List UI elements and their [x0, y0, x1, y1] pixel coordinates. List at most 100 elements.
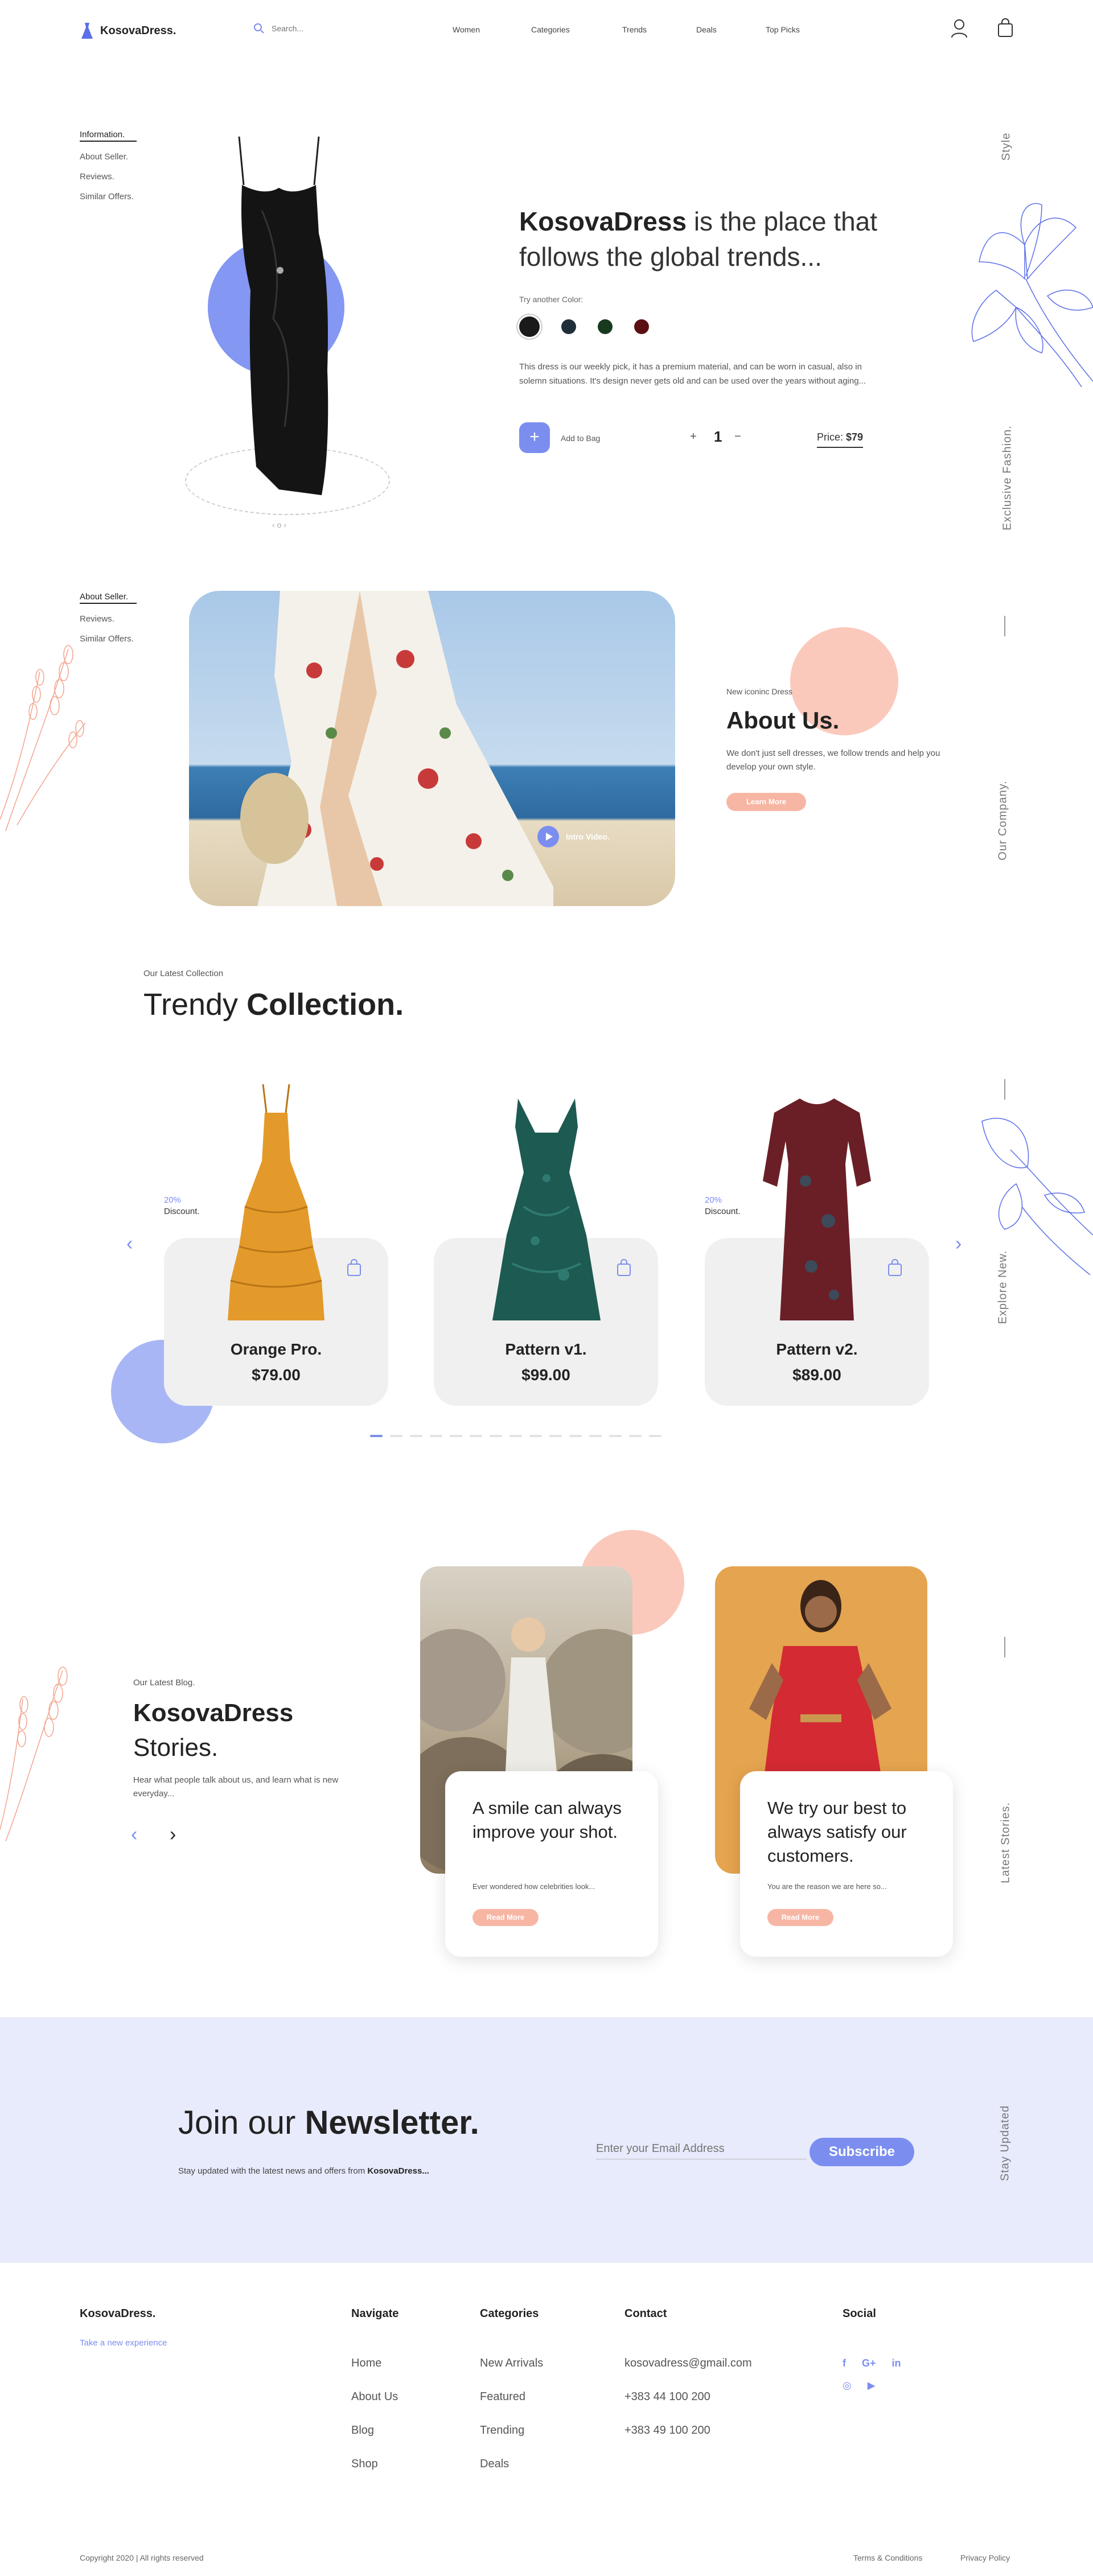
lavender-illustration-blog: [0, 1666, 68, 1841]
user-icon[interactable]: [951, 18, 968, 39]
add-to-bag-button[interactable]: +: [519, 422, 550, 453]
google-plus-icon[interactable]: G+: [862, 2357, 876, 2369]
footer-link-deals[interactable]: Deals: [480, 2458, 543, 2471]
footer-phone-2[interactable]: +383 49 100 200: [624, 2424, 752, 2437]
nav-trends[interactable]: Trends: [622, 25, 696, 34]
color-swatch-maroon[interactable]: [634, 319, 649, 334]
pagination-dot[interactable]: [589, 1435, 602, 1437]
footer-email[interactable]: kosovadress@gmail.com: [624, 2357, 752, 2370]
newsletter-title: Join our Newsletter.: [178, 2104, 479, 2142]
discount-badge: 20% Discount.: [164, 1195, 200, 1217]
blog-post-title[interactable]: A smile can always improve your shot.: [472, 1796, 626, 1844]
read-more-button[interactable]: Read More: [472, 1909, 539, 1926]
footer-link-home[interactable]: Home: [351, 2357, 398, 2370]
about-nav-reviews[interactable]: Reviews.: [80, 614, 137, 624]
collection-title-light: Trendy: [143, 987, 247, 1022]
floral-dress-woman-image: [240, 591, 553, 906]
newsletter-text-brand: KosovaDress...: [367, 2166, 429, 2176]
nav-deals[interactable]: Deals: [696, 25, 766, 34]
about-nav-similar-offers[interactable]: Similar Offers.: [80, 634, 137, 644]
orange-dress-image: [228, 1084, 324, 1320]
shopping-bag-icon[interactable]: [997, 18, 1013, 38]
pagination-dot[interactable]: [490, 1435, 502, 1437]
color-swatch-navy[interactable]: [561, 319, 576, 334]
instagram-icon[interactable]: ◎: [843, 2380, 852, 2392]
hero-side-nav: Information. About Seller. Reviews. Simi…: [80, 130, 137, 201]
blog-post-excerpt: Ever wondered how celebrities look...: [472, 1882, 595, 1891]
quantity-increase[interactable]: +: [690, 430, 697, 443]
linkedin-icon[interactable]: in: [892, 2357, 901, 2369]
footer-link-about-us[interactable]: About Us: [351, 2390, 398, 2404]
blog-next-arrow[interactable]: ›: [170, 1824, 176, 1846]
terms-link[interactable]: Terms & Conditions: [853, 2553, 922, 2562]
maroon-dress-image: [763, 1098, 871, 1320]
collection-prev-arrow[interactable]: ‹: [126, 1233, 133, 1255]
color-swatch-green[interactable]: [598, 319, 613, 334]
intro-video-label[interactable]: Intro Video.: [566, 832, 610, 841]
pagination-dot[interactable]: [430, 1435, 442, 1437]
main-nav: Women Categories Trends Deals Top Picks: [453, 25, 800, 34]
pagination-dot[interactable]: [410, 1435, 422, 1437]
logo[interactable]: KosovaDress.: [80, 22, 176, 40]
play-video-button[interactable]: [537, 826, 559, 847]
privacy-link[interactable]: Privacy Policy: [960, 2553, 1010, 2562]
blog-post-title[interactable]: We try our best to always satisfy our cu…: [767, 1796, 932, 1868]
footer-navigate-list: Home About Us Blog Shop: [351, 2357, 398, 2491]
play-icon: [546, 833, 553, 841]
blog-post-card-1[interactable]: A smile can always improve your shot. Ev…: [445, 1771, 658, 1957]
read-more-button[interactable]: Read More: [767, 1909, 833, 1926]
add-to-bag-label[interactable]: Add to Bag: [561, 434, 600, 443]
pagination-dot[interactable]: [450, 1435, 462, 1437]
about-video-card[interactable]: Intro Video.: [189, 591, 675, 906]
blog-prev-arrow[interactable]: ‹: [131, 1824, 137, 1846]
color-swatch-black[interactable]: [519, 316, 540, 337]
pagination-dot[interactable]: [569, 1435, 582, 1437]
collection-next-arrow[interactable]: ›: [955, 1233, 961, 1255]
quantity-decrease[interactable]: −: [734, 430, 741, 443]
side-nav-about-seller[interactable]: About Seller.: [80, 152, 137, 162]
side-nav-information[interactable]: Information.: [80, 130, 137, 142]
color-swatches: [519, 316, 649, 337]
bag-icon[interactable]: [346, 1258, 362, 1277]
pagination-dot[interactable]: [390, 1435, 402, 1437]
learn-more-button[interactable]: Learn More: [726, 793, 806, 811]
hero-slider-controls[interactable]: ‹ o ›: [272, 520, 286, 529]
pagination-dot-active[interactable]: [370, 1435, 383, 1437]
pagination-dot[interactable]: [470, 1435, 482, 1437]
product-name: Pattern v2.: [776, 1340, 858, 1358]
footer-link-shop[interactable]: Shop: [351, 2458, 398, 2471]
vertical-divider-3: [1004, 1637, 1005, 1657]
pagination-dot[interactable]: [649, 1435, 661, 1437]
footer-link-new-arrivals[interactable]: New Arrivals: [480, 2357, 543, 2370]
nav-categories[interactable]: Categories: [531, 25, 622, 34]
newsletter-email-input[interactable]: [596, 2139, 807, 2159]
nav-women[interactable]: Women: [453, 25, 531, 34]
footer-link-trending[interactable]: Trending: [480, 2424, 543, 2437]
about-nav-about-seller[interactable]: About Seller.: [80, 592, 137, 604]
footer-link-featured[interactable]: Featured: [480, 2390, 543, 2404]
about-eyebrow: New iconinc Dress: [726, 687, 792, 696]
side-nav-similar-offers[interactable]: Similar Offers.: [80, 192, 137, 201]
side-nav-reviews[interactable]: Reviews.: [80, 172, 137, 182]
footer-link-blog[interactable]: Blog: [351, 2424, 398, 2437]
price-label: Price:: [817, 431, 844, 443]
nav-top-picks[interactable]: Top Picks: [766, 25, 800, 34]
subscribe-button[interactable]: Subscribe: [810, 2138, 914, 2166]
bag-icon[interactable]: [616, 1258, 632, 1277]
footer: KosovaDress. Take a new experience Navig…: [0, 2263, 1093, 2576]
pagination-dot[interactable]: [609, 1435, 622, 1437]
discount-percent: 20%: [164, 1195, 182, 1205]
footer-phone-1[interactable]: +383 44 100 200: [624, 2390, 752, 2404]
bag-icon[interactable]: [887, 1258, 903, 1277]
pagination-dot[interactable]: [549, 1435, 562, 1437]
youtube-icon[interactable]: ▶: [868, 2380, 876, 2392]
search-box[interactable]: [253, 23, 363, 34]
footer-brand[interactable]: KosovaDress.: [80, 2307, 155, 2320]
pagination-dot[interactable]: [629, 1435, 642, 1437]
facebook-icon[interactable]: f: [843, 2357, 846, 2369]
blog-post-card-2[interactable]: We try our best to always satisfy our cu…: [740, 1771, 953, 1957]
pagination-dot[interactable]: [509, 1435, 522, 1437]
search-input[interactable]: [272, 24, 363, 33]
pagination-dot[interactable]: [529, 1435, 542, 1437]
product-price: $99.00: [521, 1366, 570, 1384]
